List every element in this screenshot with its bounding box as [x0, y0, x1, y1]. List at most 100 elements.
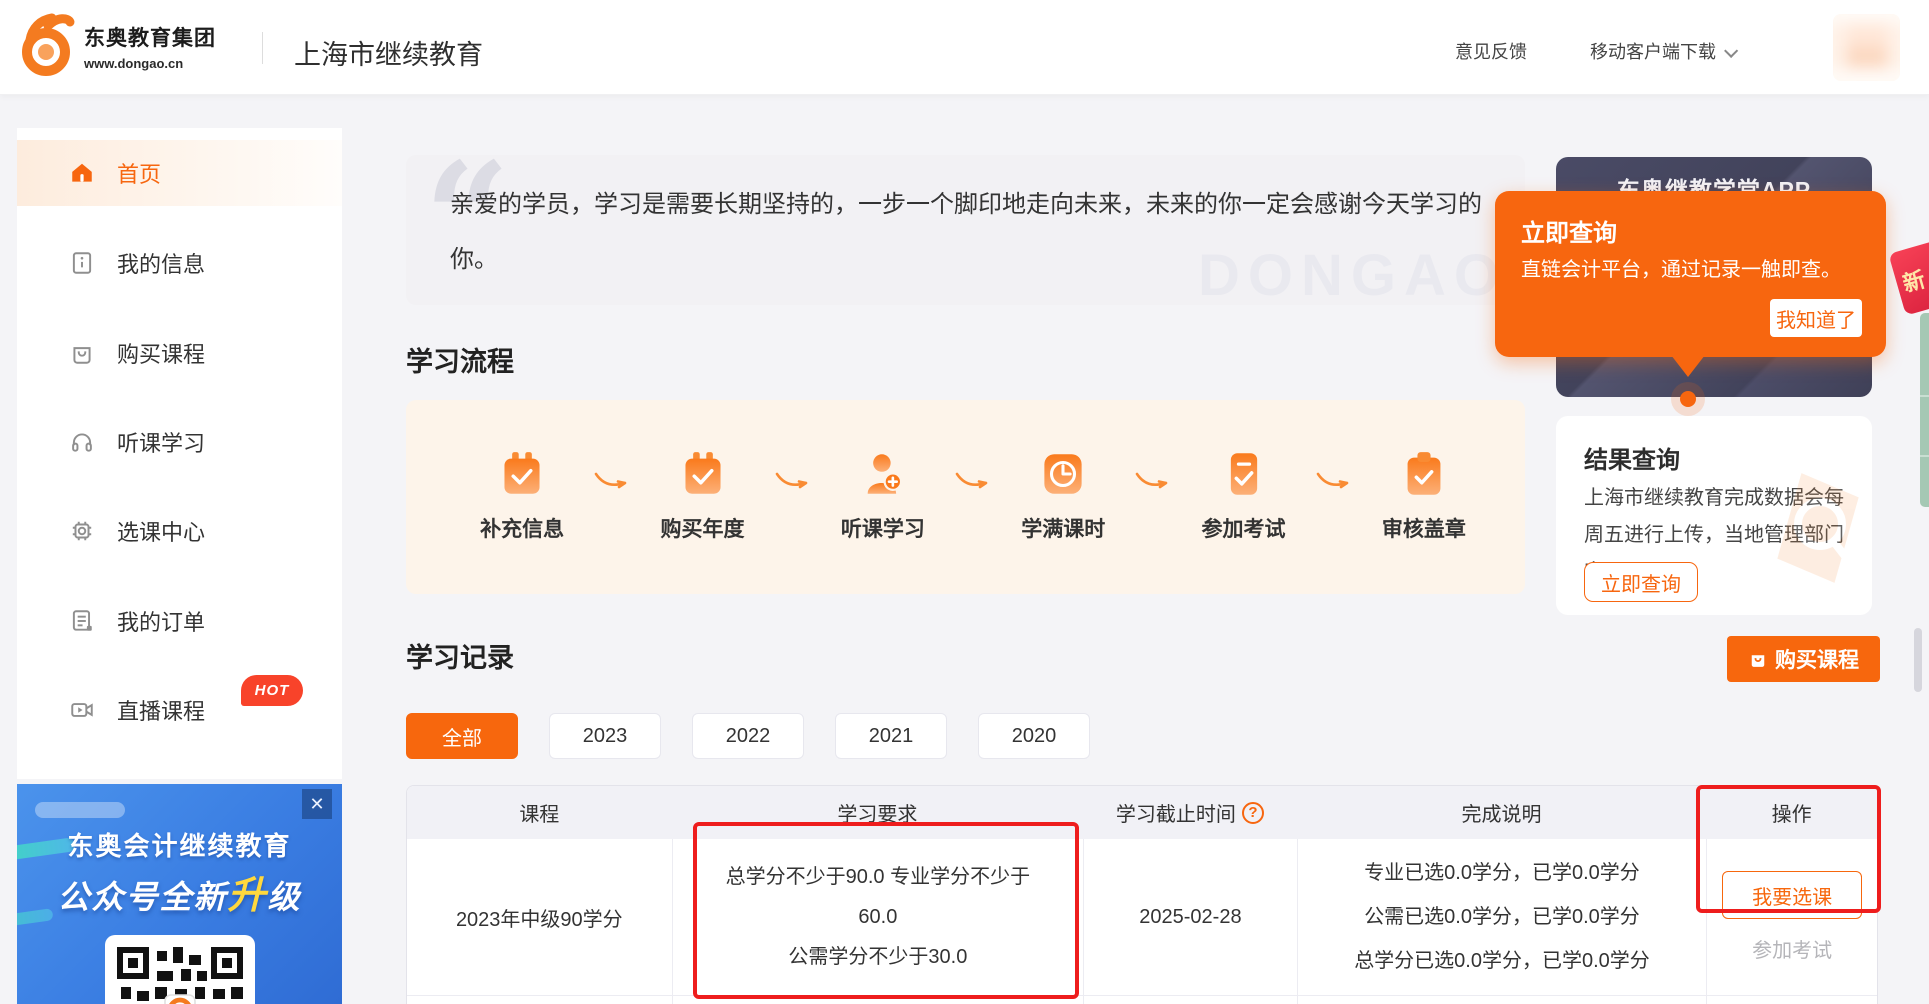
brand-url: www.dongao.cn	[84, 56, 216, 71]
process-step: 学满课时	[1008, 451, 1118, 543]
tooltip-confirm-button[interactable]: 我知道了	[1770, 299, 1862, 337]
sidebar-item-home[interactable]: 首页	[17, 140, 342, 206]
cell-action: 我要选课 参加考试	[1706, 839, 1877, 995]
col-header-requirement: 学习要求	[672, 798, 1083, 827]
tooltip-title: 立即查询	[1521, 213, 1617, 248]
process-step-label: 参加考试	[1202, 513, 1286, 543]
ad-decoration	[35, 802, 125, 818]
buy-courses-button[interactable]: 购买课程	[1727, 636, 1880, 682]
top-header: 东奥教育集团 www.dongao.cn 上海市继续教育 意见反馈 移动客户端下…	[0, 0, 1929, 95]
sidebar-item-label: 购买课程	[117, 337, 205, 369]
process-step-label: 购买年度	[661, 513, 745, 543]
side-widget-strip[interactable]	[1920, 313, 1929, 507]
table-header-row: 课程 学习要求 学习截止时间 ? 完成说明 操作	[407, 786, 1877, 839]
table-row-partial	[407, 996, 1877, 1004]
sidebar-item-label: 选课中心	[117, 515, 205, 547]
table-row: 2023年中级90学分 总学分不少于90.0 专业学分不少于 60.0 公需学分…	[407, 839, 1877, 996]
tab-2020[interactable]: 2020	[978, 713, 1090, 759]
calendar-check-icon	[500, 451, 544, 497]
chevron-down-icon	[1724, 44, 1738, 58]
arrow-icon	[1314, 471, 1354, 495]
process-step: 补充信息	[467, 451, 577, 543]
choose-course-button[interactable]: 我要选课	[1722, 871, 1862, 919]
dongao-watermark: DONGAO	[1198, 242, 1507, 309]
sidebar-item-label: 直播课程	[117, 694, 205, 726]
process-step: 参加考试	[1189, 451, 1299, 543]
person-plus-icon	[861, 451, 905, 497]
tooltip-body: 直链会计平台，通过记录一触即查。	[1521, 253, 1841, 282]
video-camera-icon	[69, 697, 95, 723]
ad-highlight-char: 升	[227, 875, 267, 917]
sidebar-item-course-center[interactable]: 选课中心	[17, 498, 342, 564]
sidebar-item-my-info[interactable]: 我的信息	[17, 230, 342, 296]
clipboard-check-icon	[1402, 451, 1446, 497]
process-step-label: 听课学习	[841, 513, 925, 543]
cell-completion: 专业已选0.0学分，已学0.0学分 公需已选0.0学分，已学0.0学分 总学分已…	[1297, 839, 1706, 995]
scrollbar-thumb[interactable]	[1914, 628, 1922, 692]
process-step-label: 学满课时	[1021, 513, 1105, 543]
sidebar-item-buy-courses[interactable]: 购买课程	[17, 320, 342, 386]
tab-2022[interactable]: 2022	[692, 713, 804, 759]
result-query-card: 结果查询 上海市继续教育完成数据会每周五进行上传，当地管理部门审... 立即查询	[1556, 416, 1872, 615]
arrow-icon	[773, 471, 813, 495]
take-exam-link[interactable]: 参加考试	[1752, 934, 1832, 963]
welcome-quote-panel: “ 亲爱的学员，学习是需要长期坚持的，一步一个脚印地走向未来，未来的你一定会感谢…	[406, 155, 1525, 305]
tab-all[interactable]: 全部	[406, 713, 518, 759]
ad-title-line1: 东奥会计继续教育	[17, 826, 342, 863]
help-icon[interactable]: ?	[1242, 802, 1264, 824]
process-step: 购买年度	[648, 451, 758, 543]
page-title: 上海市继续教育	[294, 33, 483, 72]
process-section-title: 学习流程	[406, 340, 514, 379]
hot-badge: HOT	[241, 675, 303, 706]
query-tooltip: 立即查询 直链会计平台，通过记录一触即查。 我知道了	[1495, 191, 1886, 357]
headphones-icon	[69, 429, 95, 455]
feedback-link[interactable]: 意见反馈	[1455, 38, 1527, 64]
close-icon[interactable]: ✕	[302, 789, 332, 819]
mobile-download-label: 移动客户端下载	[1590, 42, 1716, 62]
ad-title-line2: 公众号全新升级	[17, 864, 342, 919]
brand-name: 东奥教育集团	[84, 22, 216, 52]
process-step-label: 审核盖章	[1382, 513, 1466, 543]
sidebar-item-label: 听课学习	[117, 426, 205, 458]
year-tabs: 全部 2023 2022 2021 2020	[406, 713, 1090, 759]
col-header-deadline: 学习截止时间 ?	[1083, 798, 1297, 827]
result-card-title: 结果查询	[1584, 440, 1680, 475]
tooltip-anchor-dot	[1680, 391, 1696, 407]
sidebar-item-my-orders[interactable]: 我的订单	[17, 588, 342, 654]
shopping-bag-icon	[1748, 649, 1768, 669]
brand-text: 东奥教育集团 www.dongao.cn	[84, 22, 216, 71]
buy-courses-label: 购买课程	[1775, 644, 1859, 674]
sidebar-item-listen-learn[interactable]: 听课学习	[17, 409, 342, 475]
screen: 东奥教育集团 www.dongao.cn 上海市继续教育 意见反馈 移动客户端下…	[0, 0, 1929, 1004]
new-promo-ribbon[interactable]: 新	[1888, 236, 1929, 315]
tab-2021[interactable]: 2021	[835, 713, 947, 759]
cell-requirement: 总学分不少于90.0 专业学分不少于 60.0 公需学分不少于30.0	[672, 839, 1083, 995]
header-divider	[262, 32, 263, 64]
tab-2023[interactable]: 2023	[549, 713, 661, 759]
process-panel: 补充信息 购买年度 听课学习 学满课时 参加考试 审核盖章	[406, 400, 1525, 594]
info-doc-icon	[69, 250, 95, 276]
doc-check-icon	[1222, 451, 1266, 497]
qr-code	[105, 935, 255, 1004]
col-header-course: 课程	[407, 798, 672, 827]
avatar[interactable]	[1833, 14, 1900, 81]
records-table: 课程 学习要求 学习截止时间 ? 完成说明 操作 2023年中级90学分 总学分…	[406, 785, 1878, 1004]
sidebar: 首页 我的信息 购买课程 听课学习 选课中心 我的订单 直播课程 HOT	[17, 128, 342, 779]
query-now-button[interactable]: 立即查询	[1584, 562, 1698, 602]
process-step: 审核盖章	[1369, 451, 1479, 543]
tooltip-pointer	[1671, 355, 1705, 377]
magnifier-tag-watermark-icon	[1766, 464, 1872, 594]
mobile-download-link[interactable]: 移动客户端下载	[1590, 38, 1734, 64]
calendar-check-icon	[681, 451, 725, 497]
sidebar-item-label: 我的订单	[117, 605, 205, 637]
order-doc-icon	[69, 608, 95, 634]
cell-course: 2023年中级90学分	[407, 839, 672, 995]
process-step-label: 补充信息	[480, 513, 564, 543]
home-icon	[69, 160, 95, 186]
course-chip-icon	[69, 518, 95, 544]
arrow-icon	[1133, 471, 1173, 495]
sidebar-item-label: 我的信息	[117, 247, 205, 279]
cell-deadline: 2025-02-28	[1083, 839, 1297, 995]
wechat-ad-banner[interactable]: ✕ 东奥会计继续教育 公众号全新升级	[17, 784, 342, 1004]
arrow-icon	[953, 471, 993, 495]
